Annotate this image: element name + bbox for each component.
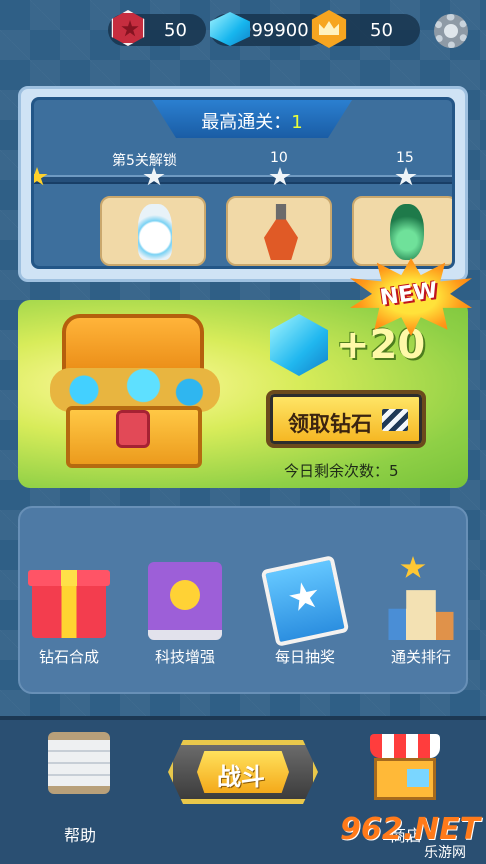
watermark-subtitle: 乐游网 bbox=[424, 845, 466, 861]
gift-box-icon bbox=[28, 570, 110, 638]
help-button[interactable]: 帮助 bbox=[42, 732, 118, 845]
podium-star-icon bbox=[400, 556, 426, 578]
milestone-label-2: 10 bbox=[270, 150, 288, 166]
battle-button[interactable]: 战斗 bbox=[168, 740, 318, 804]
shop-building bbox=[374, 758, 436, 800]
unit-card[interactable] bbox=[226, 196, 332, 266]
tech-book-icon bbox=[148, 562, 222, 640]
lottery-cards-icon bbox=[260, 555, 350, 647]
reward-gem-icon bbox=[270, 314, 328, 376]
feature-daily-lottery[interactable]: 每日抽奖 bbox=[260, 555, 350, 672]
unit-card[interactable] bbox=[100, 196, 206, 266]
progress-track bbox=[34, 175, 452, 184]
unit-card[interactable] bbox=[352, 196, 452, 266]
feature-label: 钻石合成 bbox=[38, 648, 99, 666]
orange-cannon-unit-icon bbox=[264, 204, 298, 260]
milestone-label-1: 第5关解锁 bbox=[112, 153, 177, 169]
level-progress-panel: 最高通关：1 第5关解锁 10 15 bbox=[18, 86, 468, 282]
white-tower-unit-icon bbox=[138, 204, 172, 260]
settings-gear-icon[interactable] bbox=[434, 14, 468, 48]
feature-label: 每日抽奖 bbox=[274, 648, 335, 666]
diamond-reward-panel: +20 领取钻石 今日剩余次数：5 bbox=[18, 300, 468, 488]
site-watermark: 962.NET 乐游网 bbox=[340, 812, 484, 862]
feature-label: 科技增强 bbox=[154, 648, 215, 666]
new-badge-text: NEW bbox=[378, 278, 440, 311]
podium-icon bbox=[388, 590, 454, 640]
treasure-chest-icon bbox=[44, 310, 230, 480]
claim-diamond-label: 领取钻石 bbox=[288, 412, 372, 436]
video-clapper-icon bbox=[382, 409, 408, 431]
best-level-value: 1 bbox=[291, 112, 303, 133]
claim-diamond-button[interactable]: 领取钻石 bbox=[266, 390, 426, 448]
milestone-label-3: 15 bbox=[396, 150, 414, 166]
feature-level-ranking[interactable]: 通关排行 bbox=[376, 556, 466, 672]
best-level-banner: 最高通关：1 bbox=[152, 100, 352, 138]
crown-count: 50 bbox=[370, 20, 393, 41]
help-label: 帮助 bbox=[63, 826, 96, 845]
feature-menu: 钻石合成 科技增强 每日抽奖 通关排行 bbox=[18, 506, 468, 694]
battle-label: 战斗 bbox=[217, 763, 265, 791]
feature-diamond-synthesis[interactable]: 钻石合成 bbox=[24, 562, 114, 672]
shop-icon bbox=[370, 734, 440, 758]
scroll-icon bbox=[48, 732, 110, 794]
feature-label: 通关排行 bbox=[390, 648, 451, 666]
progress-inner: 最高通关：1 第5关解锁 10 15 bbox=[31, 97, 455, 269]
remaining-count: 今日剩余次数：5 bbox=[284, 462, 399, 480]
feature-tech-upgrade[interactable]: 科技增强 bbox=[140, 562, 230, 672]
gem-count: 999900 bbox=[240, 20, 309, 41]
green-tank-unit-icon bbox=[390, 204, 424, 260]
best-level-label: 最高通关： bbox=[201, 112, 292, 133]
resource-bar: 50 999900 50 bbox=[108, 10, 428, 48]
star-count: 50 bbox=[164, 20, 187, 41]
